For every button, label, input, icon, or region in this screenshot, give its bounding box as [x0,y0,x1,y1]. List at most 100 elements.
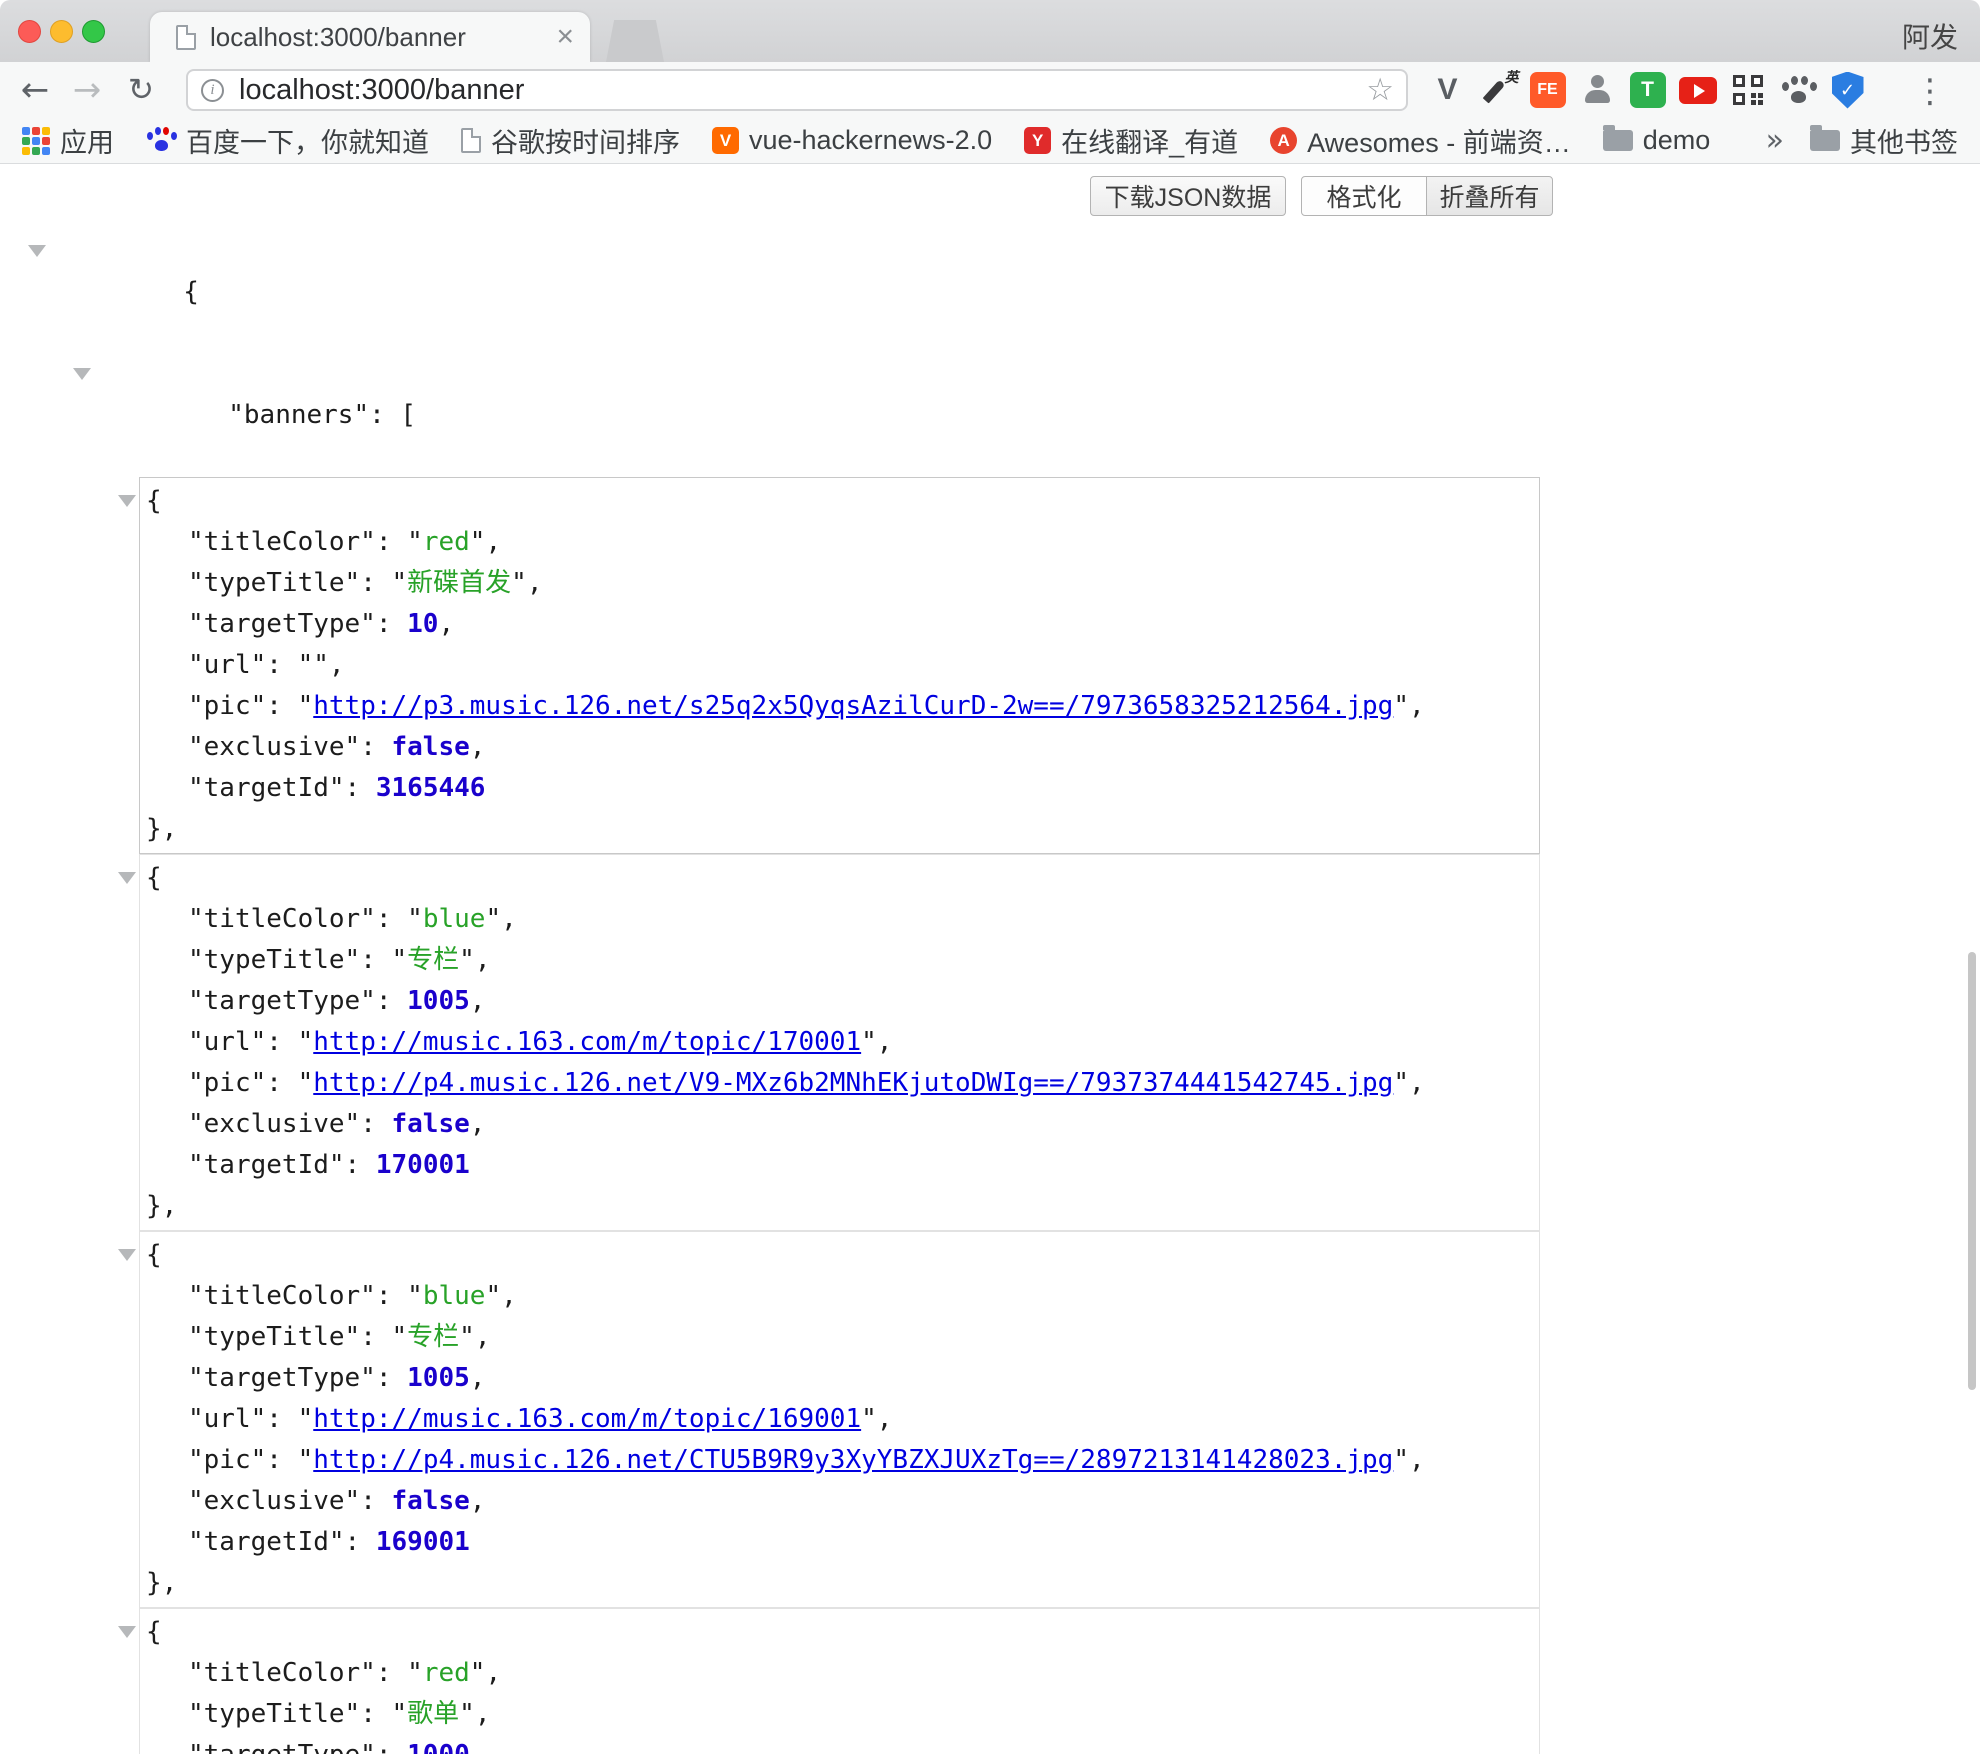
json-string-value: blue [423,1281,486,1311]
json-string-value: 专栏 [407,1322,459,1352]
bookmark-apps[interactable]: 应用 [22,121,114,160]
json-punctuation: : [376,1363,407,1393]
zoom-window-button[interactable] [82,20,105,43]
json-key: "titleColor" [188,1281,376,1311]
other-bookmarks[interactable]: 其他书签 [1810,121,1958,160]
reload-button[interactable]: ↻ [118,62,164,118]
bookmark-baidu[interactable]: 百度一下，你就知道 [146,121,429,160]
json-number-value: 3165446 [376,773,486,803]
json-punctuation: " [392,1699,408,1729]
json-punctuation: : [266,1027,297,1057]
json-punctuation: " [459,1699,475,1729]
json-string-value: red [423,1658,470,1688]
back-button[interactable]: ← [12,62,58,118]
json-punctuation: : [376,1281,407,1311]
json-punctuation: " [407,527,423,557]
json-punctuation: " [485,1281,501,1311]
json-number-value: 170001 [376,1150,470,1180]
page-info-icon[interactable]: i [201,79,224,102]
bookmark-label: 百度一下，你就知道 [186,121,429,160]
json-key: "pic" [188,691,266,721]
tab-close-icon[interactable]: × [556,22,574,52]
json-link-value[interactable]: http://music.163.com/m/topic/169001 [313,1404,861,1434]
json-punctuation: " [459,1322,475,1352]
json-punctuation: , [527,568,543,598]
bookmark-youdao-translate[interactable]: Y 在线翻译_有道 [1024,121,1238,160]
format-button[interactable]: 格式化 [1301,176,1427,216]
shield-check-extension-icon[interactable]: ✓ [1828,67,1867,113]
minimize-window-button[interactable] [50,20,73,43]
json-property-row: "pic": "http://p4.music.126.net/CTU5B9R9… [140,1440,1539,1481]
bookmark-label: 应用 [60,121,114,160]
json-punctuation: " [459,945,475,975]
qr-code-extension-icon[interactable] [1728,67,1767,113]
bookmarks-overflow-chevron[interactable]: » [1766,123,1784,158]
close-window-button[interactable] [18,20,41,43]
json-punctuation: , [470,1740,486,1754]
collapse-toggle-icon[interactable] [118,872,136,884]
browser-menu-icon[interactable]: ⋮ [1906,62,1954,118]
json-punctuation: " [861,1027,877,1057]
json-property-row: "targetType": 1005, [140,981,1539,1022]
translate-pen-extension-icon[interactable]: 英 [1478,67,1517,113]
scrollbar-thumb[interactable] [1968,952,1976,1390]
json-link-value[interactable]: http://music.163.com/m/topic/170001 [313,1027,861,1057]
json-punctuation: " [298,650,314,680]
bookmark-demo-folder[interactable]: demo [1603,125,1711,156]
bookmark-google-sort[interactable]: 谷歌按时间排序 [461,121,680,160]
bookmark-label: demo [1643,125,1711,156]
json-link-value[interactable]: http://p3.music.126.net/s25q2x5QyqsAzilC… [313,691,1393,721]
json-punctuation: " [407,1281,423,1311]
collapse-toggle-icon[interactable] [118,1626,136,1638]
json-property-row: "titleColor": "blue", [140,1276,1539,1317]
new-tab-button[interactable] [606,20,664,62]
youdao-icon: Y [1024,127,1051,154]
collapse-toggle-icon[interactable] [73,368,91,380]
bookmark-star-icon[interactable]: ☆ [1366,72,1394,108]
paw-extension-icon[interactable] [1778,67,1817,113]
vue-hackernews-icon: V [712,127,739,154]
json-brace-row: }, [140,809,1539,850]
forward-button[interactable]: → [64,62,110,118]
json-array-item: {"titleColor": "blue","typeTitle": "专栏",… [139,1231,1540,1608]
json-punctuation: " [298,691,314,721]
json-punctuation: " [392,945,408,975]
json-punctuation: , [438,609,454,639]
bookmark-awesomes[interactable]: A Awesomes - 前端资… [1270,121,1571,160]
json-property-row: "url": "http://music.163.com/m/topic/170… [140,1022,1539,1063]
browser-tab[interactable]: localhost:3000/banner × [150,12,590,62]
json-link-value[interactable]: http://p4.music.126.net/CTU5B9R9y3XyYBZX… [313,1445,1393,1475]
json-link-value[interactable]: http://p4.music.126.net/V9-MXz6b2MNhEKju… [313,1068,1393,1098]
json-punctuation: " [392,568,408,598]
json-property-row: "url": "", [140,645,1539,686]
address-bar[interactable]: i localhost:3000/banner ☆ [186,69,1408,111]
bookmark-vue-hackernews[interactable]: V vue-hackernews-2.0 [712,125,992,156]
json-property-row: "targetId": 170001 [140,1145,1539,1186]
json-punctuation: : [345,1150,376,1180]
json-property-row: "typeTitle": "新碟首发", [140,563,1539,604]
json-punctuation: : [266,1404,297,1434]
collapse-toggle-icon[interactable] [118,1249,136,1261]
baidu-paw-icon [146,126,176,155]
youtube-extension-icon[interactable] [1678,67,1717,113]
tampermonkey-extension-icon[interactable]: T [1628,67,1667,113]
json-brace-row: }, [140,1563,1539,1604]
contacts-person-extension-icon[interactable] [1578,67,1617,113]
download-json-button[interactable]: 下载JSON数据 [1090,176,1286,216]
json-punctuation: " [861,1404,877,1434]
json-property-row: "targetType": 1005, [140,1358,1539,1399]
json-brace-row: { [140,1235,1539,1276]
collapse-all-button[interactable]: 折叠所有 [1426,176,1553,216]
profile-name[interactable]: 阿发 [1902,16,1958,56]
vimium-extension-icon[interactable]: V [1428,67,1467,113]
json-string-value: red [423,527,470,557]
json-key: "typeTitle" [188,568,360,598]
json-punctuation: " [298,1027,314,1057]
collapse-toggle-icon[interactable] [118,495,136,507]
folder-icon [1603,130,1633,151]
collapse-toggle-icon[interactable] [28,245,46,257]
json-property-row: "titleColor": "red", [140,522,1539,563]
json-punctuation: : [266,1068,297,1098]
fehelper-extension-icon[interactable]: FE [1528,67,1567,113]
json-array-item: {"titleColor": "red","typeTitle": "歌单","… [139,1608,1540,1754]
